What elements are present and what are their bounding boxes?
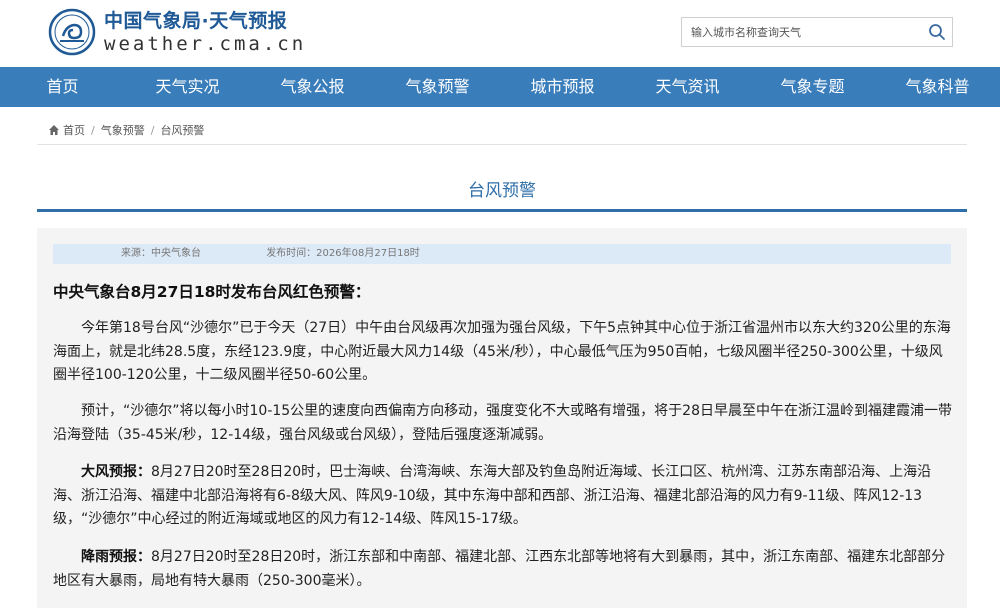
cma-logo-icon[interactable]	[48, 8, 96, 56]
article-paragraph: 预计，“沙德尔”将以每小时10-15公里的速度向西偏南方向移动，强度变化不大或略…	[53, 403, 952, 443]
breadcrumb-divider	[37, 144, 967, 145]
wind-forecast-label: 大风预报：	[81, 464, 151, 480]
article-headline: 中央气象台8月27日18时发布台风红色预警：	[53, 283, 371, 301]
breadcrumb-separator: /	[150, 123, 155, 137]
search-icon[interactable]	[928, 23, 946, 41]
nav-topics[interactable]: 气象专题	[750, 67, 875, 107]
article-source: 来源：中央气象台	[121, 248, 201, 259]
page-title: 台风预警	[468, 181, 536, 201]
breadcrumb-typhoon-warning[interactable]: 台风预警	[160, 122, 204, 138]
nav-home[interactable]: 首页	[0, 67, 125, 107]
brand-domain: weather.cma.cn	[104, 33, 307, 55]
rain-forecast-label: 降雨预报：	[81, 549, 151, 565]
article-meta-bar: 来源：中央气象台 发布时间：2026年08月27日18时	[53, 244, 951, 264]
nav-warnings[interactable]: 气象预警	[375, 67, 500, 107]
article-paragraph: 今年第18号台风“沙德尔”已于今天（27日）中午由台风级再次加强为强台风级，下午…	[53, 320, 951, 383]
breadcrumb-warnings[interactable]: 气象预警	[101, 122, 145, 138]
article-paragraph-rain: 降雨预报：8月27日20时至28日20时，浙江东部和中南部、福建北部、江西东北部…	[53, 546, 953, 593]
nav-news[interactable]: 天气资讯	[625, 67, 750, 107]
brand[interactable]: 中国气象局·天气预报 weather.cma.cn	[104, 10, 306, 56]
nav-bulletins[interactable]: 气象公报	[250, 67, 375, 107]
article-panel: 来源：中央气象台 发布时间：2026年08月27日18时 中央气象台8月27日1…	[37, 228, 967, 608]
search-box	[681, 17, 953, 47]
article-publish-time: 发布时间：2026年08月27日18时	[266, 248, 420, 259]
site-header: 中国气象局·天气预报 weather.cma.cn	[0, 0, 1000, 67]
nav-city-forecast[interactable]: 城市预报	[500, 67, 625, 107]
breadcrumb: 首页 / 气象预警 / 台风预警	[48, 122, 204, 138]
breadcrumb-separator: /	[91, 123, 95, 137]
breadcrumb-home[interactable]: 首页	[63, 122, 85, 138]
rain-forecast-text: 8月27日20时至28日20时，浙江东部和中南部、福建北部、江西东北部等地将有大…	[53, 549, 946, 589]
nav-live-weather[interactable]: 天气实况	[125, 67, 250, 107]
nav-science[interactable]: 气象科普	[875, 67, 1000, 107]
main-nav: 首页 天气实况 气象公报 气象预警 城市预报 天气资讯 气象专题 气象科普	[0, 67, 1000, 107]
city-search-input[interactable]	[682, 18, 921, 46]
wind-forecast-text: 8月27日20时至28日20时，巴士海峡、台湾海峡、东海大部及钓鱼岛附近海域、长…	[53, 464, 932, 527]
brand-chinese-name: 中国气象局·天气预报	[104, 10, 288, 32]
title-underline	[37, 209, 967, 212]
article-paragraph-wind: 大风预报：8月27日20时至28日20时，巴士海峡、台湾海峡、东海大部及钓鱼岛附…	[53, 461, 953, 532]
home-icon	[49, 125, 59, 135]
